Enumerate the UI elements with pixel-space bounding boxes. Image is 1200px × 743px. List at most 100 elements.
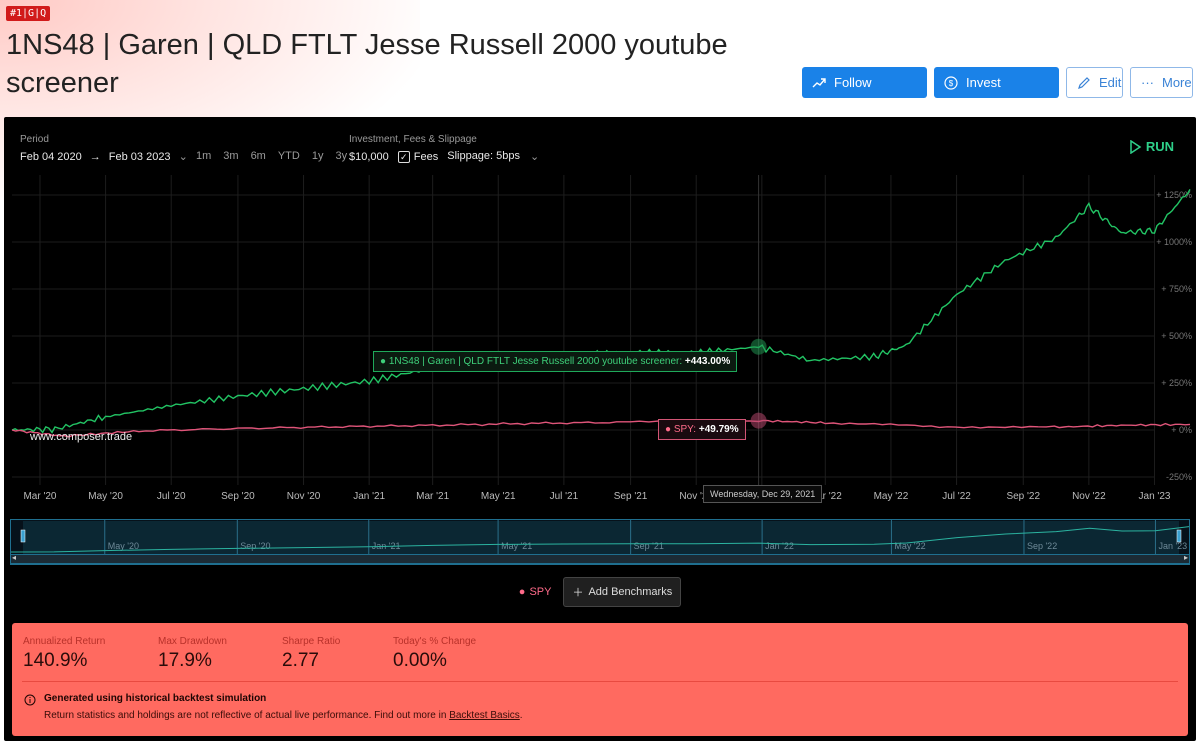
y-tick-label: -250% bbox=[1166, 472, 1192, 482]
period-end: Feb 03 2023 bbox=[108, 150, 171, 163]
action-bar: Follow $ Invest Edit ··· More bbox=[802, 67, 1193, 98]
divider bbox=[22, 681, 1178, 682]
more-label: More bbox=[1162, 75, 1192, 90]
stat-label: Sharpe Ratio bbox=[282, 636, 341, 647]
y-tick-label: + 500% bbox=[1161, 331, 1192, 341]
edit-button[interactable]: Edit bbox=[1066, 67, 1123, 98]
tooltip-spy-value: +49.79% bbox=[698, 424, 739, 435]
run-label: RUN bbox=[1145, 139, 1174, 154]
x-tick-label: Jan '21 bbox=[353, 491, 385, 502]
period-picker[interactable]: Feb 04 2020 → Feb 03 2023 ⌄ bbox=[20, 150, 188, 164]
range-3y[interactable]: 3y bbox=[335, 150, 347, 162]
range-6m[interactable]: 6m bbox=[251, 150, 266, 162]
stat-value: 0.00% bbox=[393, 650, 447, 671]
series-line-spy bbox=[11, 419, 1191, 438]
fees-label: Fees bbox=[413, 150, 439, 163]
navigator-tick-label: Jan '23 bbox=[1158, 541, 1187, 551]
notice-period: . bbox=[519, 710, 523, 721]
ellipsis-icon: ··· bbox=[1141, 75, 1154, 90]
benchmarks-bar: ● SPY ＋ Add Benchmarks bbox=[4, 577, 1196, 607]
add-benchmarks-button[interactable]: ＋ Add Benchmarks bbox=[563, 577, 682, 607]
chevron-down-icon: ⌄ bbox=[530, 151, 540, 163]
x-tick-label: Jul '22 bbox=[942, 491, 971, 502]
navigator-scrollbar[interactable]: ◂ ▸ bbox=[10, 553, 1190, 564]
investment-amount[interactable]: $10,000 bbox=[349, 151, 389, 163]
hover-marker-symphony bbox=[750, 338, 767, 355]
scroll-right-icon[interactable]: ▸ bbox=[1184, 553, 1188, 562]
chevron-down-icon: ⌄ bbox=[178, 151, 188, 163]
investment-label: Investment, Fees & Slippage bbox=[349, 134, 477, 145]
notice-title: Generated using historical backtest simu… bbox=[44, 693, 267, 704]
stat-value: 17.9% bbox=[158, 650, 212, 671]
navigator-handle-left bbox=[20, 529, 26, 543]
series-line-symphony bbox=[11, 189, 1191, 434]
play-icon bbox=[1130, 139, 1142, 154]
benchmark-spy[interactable]: ● SPY bbox=[519, 586, 552, 598]
fees-checkbox[interactable]: ✓ Fees bbox=[397, 150, 439, 163]
range-ytd[interactable]: YTD bbox=[278, 150, 300, 162]
tooltip-symphony-value: +443.00% bbox=[684, 356, 731, 367]
tooltip-symphony-name: 1NS48 | Garen | QLD FTLT Jesse Russell 2… bbox=[388, 356, 683, 367]
y-tick-label: + 0% bbox=[1171, 425, 1192, 435]
scroll-left-icon[interactable]: ◂ bbox=[12, 553, 16, 562]
stat-today-change: Today's % Change 0.00% bbox=[393, 636, 476, 672]
trend-up-icon bbox=[812, 77, 826, 87]
follow-button[interactable]: Follow bbox=[802, 67, 927, 98]
x-tick-label: Sep '20 bbox=[221, 491, 255, 502]
add-benchmarks-label: Add Benchmarks bbox=[588, 586, 673, 598]
period-start: Feb 04 2020 bbox=[20, 150, 82, 163]
x-tick-label: May '22 bbox=[874, 491, 909, 502]
hover-marker-spy bbox=[750, 412, 767, 429]
dot-icon: ● bbox=[518, 586, 526, 598]
x-tick-label: Mar '20 bbox=[23, 491, 56, 502]
page-title: 1NS48 | Garen | QLD FTLT Jesse Russell 2… bbox=[6, 29, 728, 99]
x-tick-label: May '21 bbox=[481, 491, 516, 502]
period-label: Period bbox=[20, 134, 49, 145]
notice-body-wrap: Return statistics and holdings are not r… bbox=[44, 710, 523, 721]
info-icon bbox=[24, 694, 36, 706]
x-tick-label: Jan '23 bbox=[1139, 491, 1171, 502]
range-3m[interactable]: 3m bbox=[223, 150, 238, 162]
tooltip-spy-name: SPY: bbox=[673, 424, 697, 435]
stat-label: Annualized Return bbox=[23, 636, 106, 647]
stat-value: 140.9% bbox=[23, 650, 88, 671]
y-tick-label: + 250% bbox=[1161, 378, 1192, 388]
x-tick-label: Jul '20 bbox=[157, 491, 186, 502]
svg-text:$: $ bbox=[949, 79, 954, 88]
stat-value: 2.77 bbox=[282, 650, 319, 671]
navigator-tick-label: May '20 bbox=[108, 541, 139, 551]
tooltip-date: Wednesday, Dec 29, 2021 bbox=[703, 485, 823, 503]
plus-icon: ＋ bbox=[572, 587, 584, 599]
x-tick-label: Sep '22 bbox=[1006, 491, 1040, 502]
watermark: www.composer.trade bbox=[30, 431, 133, 443]
slippage-value: Slippage: 5bps bbox=[447, 150, 521, 162]
x-tick-label: May '20 bbox=[88, 491, 123, 502]
performance-chart[interactable]: Mar '20 May '20 Jul '20 Sep '20 Nov '20 Jan '… bbox=[4, 175, 1196, 515]
invest-button[interactable]: $ Invest bbox=[934, 67, 1059, 98]
stat-max-drawdown: Max Drawdown 17.9% bbox=[158, 636, 227, 672]
dot-icon: ● bbox=[665, 424, 672, 435]
follow-label: Follow bbox=[834, 75, 872, 90]
range-1y[interactable]: 1y bbox=[312, 150, 324, 162]
investment-settings: $10,000 ✓ Fees Slippage: 5bps ⌄ bbox=[349, 150, 539, 163]
backtest-basics-link[interactable]: Backtest Basics bbox=[449, 710, 520, 721]
stat-sharpe-ratio: Sharpe Ratio 2.77 bbox=[282, 636, 340, 672]
navigator-tick-label: Sep '21 bbox=[634, 541, 664, 551]
dot-icon: ● bbox=[380, 356, 387, 367]
pencil-icon bbox=[1078, 76, 1090, 89]
stats-panel: Annualized Return 140.9% Max Drawdown 17… bbox=[12, 623, 1188, 736]
stat-annualized-return: Annualized Return 140.9% bbox=[23, 636, 105, 672]
navigator-tick-label: Jan '22 bbox=[765, 541, 794, 551]
y-tick-label: + 750% bbox=[1161, 284, 1192, 294]
dollar-icon: $ bbox=[944, 75, 958, 90]
invest-label: Invest bbox=[966, 75, 1001, 90]
range-1m[interactable]: 1m bbox=[196, 150, 211, 162]
navigator-tick-label: Sep '20 bbox=[240, 541, 270, 551]
run-button[interactable]: RUN bbox=[1128, 139, 1174, 154]
stat-label: Today's % Change bbox=[393, 636, 477, 647]
more-button[interactable]: ··· More bbox=[1130, 67, 1193, 98]
y-tick-label: + 1000% bbox=[1156, 237, 1192, 247]
slippage-select[interactable]: Slippage: 5bps ⌄ bbox=[447, 150, 539, 163]
range-buttons: 1m 3m 6m YTD 1y 3y bbox=[196, 150, 347, 162]
backtest-notice: Generated using historical backtest simu… bbox=[24, 693, 523, 721]
